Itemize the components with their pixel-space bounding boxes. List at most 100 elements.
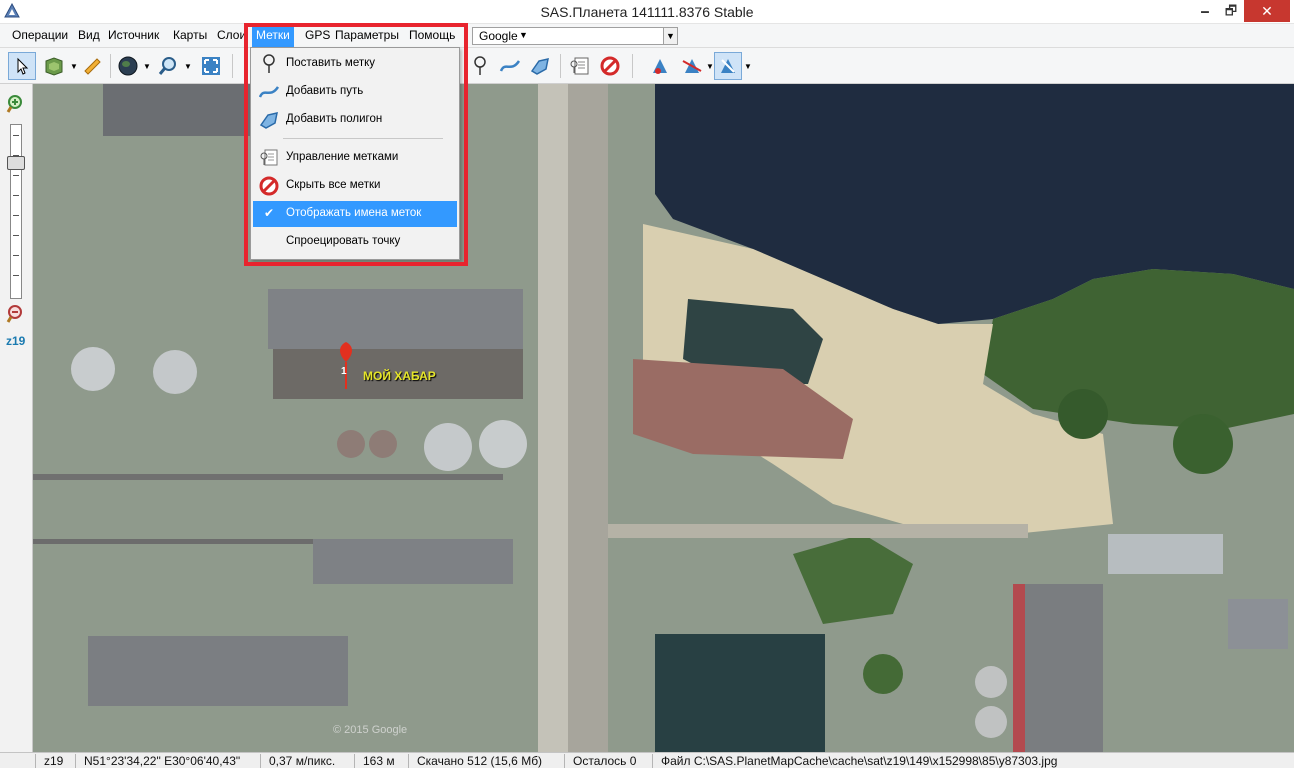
status-scale: 0,37 м/пикс. <box>260 754 335 768</box>
path-tool-button[interactable] <box>496 52 524 80</box>
zoom-level-label: z19 <box>6 334 26 348</box>
polygon-icon <box>530 58 549 75</box>
fullscreen-icon <box>202 57 220 75</box>
zoom-slider-thumb[interactable] <box>7 156 25 170</box>
status-zoom: z19 <box>35 754 63 768</box>
gps-tool-button[interactable] <box>646 52 674 80</box>
hide-marks-icon <box>259 176 279 196</box>
ruler-tool-button[interactable] <box>78 52 106 80</box>
menu-bar: Операции Вид Источник Карты Слои Метки G… <box>0 24 1294 48</box>
zoom-panel: z19 <box>0 84 33 752</box>
marks-manager-tool-button[interactable] <box>566 52 594 80</box>
menu-item-add-path[interactable]: Добавить путь <box>253 79 457 105</box>
ruler-icon <box>84 58 101 75</box>
toolbar: ▼ ▼ ▼ ▼ ▼ <box>0 48 1294 84</box>
slider-tick <box>13 175 19 176</box>
title-bar: SAS.Планета 141111.8376 Stable 🗕 🗗 ✕ <box>0 0 1294 24</box>
magnifier-caret-icon[interactable]: ▼ <box>184 62 192 71</box>
menu-layers[interactable]: Слои <box>217 28 246 42</box>
layers-caret-icon[interactable]: ▼ <box>70 62 78 71</box>
gps-track-caret-icon[interactable]: ▼ <box>706 62 714 71</box>
marks-manager-icon <box>260 149 278 166</box>
menu-item-show-mark-names[interactable]: ✔ Отображать имена меток <box>253 201 457 227</box>
path-icon <box>499 60 521 72</box>
magnifier-tool-button[interactable] <box>154 52 182 80</box>
placemark-icon <box>474 56 486 75</box>
placemark-icon <box>263 54 275 73</box>
placemark-number: 1 <box>341 366 347 377</box>
menu-item-label: Спроецировать точку <box>286 235 401 247</box>
menu-item-project-point[interactable]: Спроецировать точку <box>253 229 457 255</box>
slider-tick <box>13 135 19 136</box>
gps-icon <box>653 59 667 74</box>
menu-source[interactable]: Источник <box>108 28 159 42</box>
gps-follow-tool-button[interactable] <box>714 52 742 80</box>
map-imagery <box>33 84 1294 752</box>
toolbar-divider <box>632 54 633 78</box>
slider-tick <box>13 215 19 216</box>
toolbar-divider <box>560 54 561 78</box>
satellite-map[interactable]: 1 МОЙ ХАБАР © 2015 Google <box>33 84 1294 752</box>
gps-track-tool-button[interactable] <box>678 52 706 80</box>
toolbar-divider <box>232 54 233 78</box>
map-copyright: © 2015 Google <box>333 724 408 736</box>
layers-icon <box>45 57 63 76</box>
chevron-down-icon: ▼ <box>519 30 528 40</box>
polygon-icon <box>259 112 278 129</box>
status-downloaded: Скачано 512 (15,6 Мб) <box>408 754 542 768</box>
hide-marks-tool-button[interactable] <box>596 52 624 80</box>
gps-follow-caret-icon[interactable]: ▼ <box>744 62 752 71</box>
gps-track-icon <box>682 59 702 73</box>
menu-maps[interactable]: Карты <box>173 28 207 42</box>
pointer-tool-button[interactable] <box>8 52 36 80</box>
menu-item-label: Поставить метку <box>286 57 376 69</box>
magnifier-icon <box>158 57 176 75</box>
map-source-value: Google <box>479 29 518 43</box>
check-icon: ✔ <box>264 206 275 220</box>
globe-tool-button[interactable] <box>114 52 142 80</box>
menu-marks[interactable]: Метки <box>252 25 294 47</box>
menu-item-manage-marks[interactable]: Управление метками <box>253 145 457 171</box>
status-distance: 163 м <box>354 754 395 768</box>
menu-item-label: Добавить путь <box>286 85 364 97</box>
status-file-path: Файл C:\SAS.PlanetMapCache\cache\sat\z19… <box>652 754 1057 768</box>
menu-parameters[interactable]: Параметры <box>335 28 399 42</box>
placemark-label[interactable]: МОЙ ХАБАР <box>363 369 436 383</box>
gps-follow-icon <box>721 59 735 73</box>
globe-caret-icon[interactable]: ▼ <box>143 62 151 71</box>
menu-item-label: Добавить полигон <box>286 113 383 125</box>
polygon-tool-button[interactable] <box>526 52 554 80</box>
zoom-in-icon[interactable] <box>6 94 26 114</box>
menu-item-label: Скрыть все метки <box>286 179 381 191</box>
fullscreen-tool-button[interactable] <box>197 52 225 80</box>
menu-item-add-polygon[interactable]: Добавить полигон <box>253 107 457 133</box>
menu-view[interactable]: Вид <box>78 28 100 42</box>
layers-tool-button[interactable] <box>40 52 68 80</box>
slider-tick <box>13 275 19 276</box>
status-remaining: Осталось 0 <box>564 754 636 768</box>
slider-tick <box>13 255 19 256</box>
window-title: SAS.Планета 141111.8376 Stable <box>540 4 754 20</box>
dropdown-arrow-icon[interactable]: ▼ <box>663 28 677 44</box>
marks-menu-dropdown: Поставить метку Добавить путь Добавить п… <box>250 47 460 260</box>
zoom-slider[interactable] <box>10 124 22 299</box>
slider-tick <box>13 195 19 196</box>
map-source-select[interactable]: Google ▼ ▼ <box>472 27 678 45</box>
menu-item-hide-all-marks[interactable]: Скрыть все метки <box>253 173 457 199</box>
close-button[interactable]: ✕ <box>1244 0 1290 22</box>
status-coordinates: N51°23'34,22" E30°06'40,43" <box>75 754 240 768</box>
pointer-icon <box>17 57 29 75</box>
maximize-button[interactable]: 🗗 <box>1216 0 1246 22</box>
hide-marks-icon <box>600 56 620 76</box>
menu-help[interactable]: Помощь <box>409 28 455 42</box>
menu-item-label: Отображать имена меток <box>286 207 422 219</box>
status-bar: z19 N51°23'34,22" E30°06'40,43" 0,37 м/п… <box>0 752 1294 768</box>
menu-operations[interactable]: Операции <box>12 28 68 42</box>
menu-item-add-placemark[interactable]: Поставить метку <box>253 51 457 77</box>
menu-gps[interactable]: GPS <box>305 28 330 42</box>
marks-manager-icon <box>570 57 589 75</box>
globe-icon <box>118 56 138 76</box>
zoom-out-icon[interactable] <box>6 304 26 324</box>
path-icon <box>259 86 279 98</box>
placemark-tool-button[interactable] <box>466 52 494 80</box>
